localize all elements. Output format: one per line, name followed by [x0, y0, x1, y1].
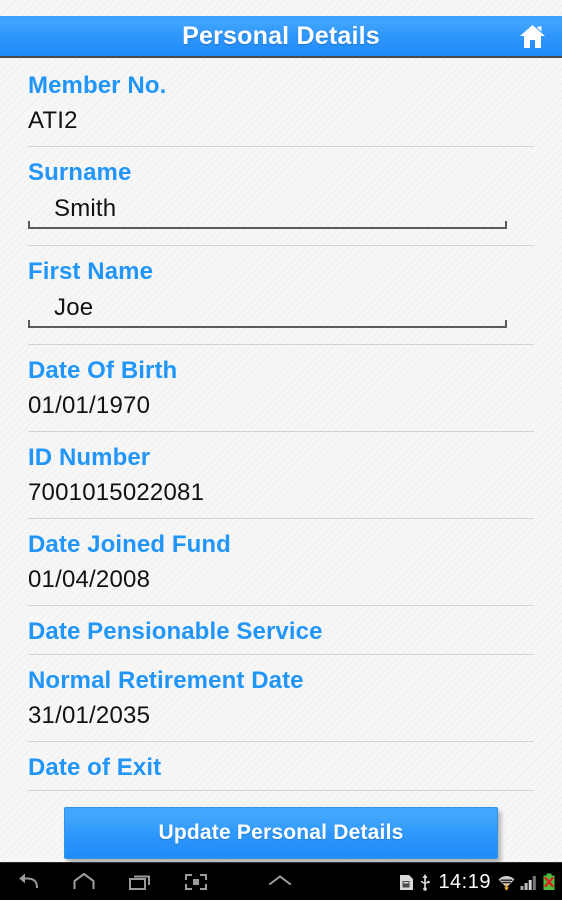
nav-recents-button[interactable]: [112, 863, 168, 901]
back-icon: [15, 872, 41, 892]
usb-icon: [419, 873, 431, 891]
field-normal-retirement-date: Normal Retirement Date 31/01/2035: [0, 655, 562, 741]
field-value: 01/04/2008: [28, 566, 151, 593]
field-surname: Surname: [0, 147, 562, 229]
home-button[interactable]: [516, 21, 548, 51]
field-date-joined-fund: Date Joined Fund 01/04/2008: [0, 519, 562, 605]
button-row: Update Personal Details: [0, 791, 562, 859]
nav-back-button[interactable]: [0, 863, 56, 901]
chevron-up-icon: [267, 873, 293, 892]
field-date-pensionable-service: Date Pensionable Service: [0, 606, 562, 654]
nav-buttons: [0, 863, 224, 901]
status-tray: 14:19: [399, 863, 556, 901]
update-personal-details-button[interactable]: Update Personal Details: [64, 807, 498, 859]
field-value: 01/01/1970: [28, 392, 151, 419]
personal-details-form: Member No. ATI2 Surname First Name: [0, 60, 562, 862]
field-value: ATI2: [28, 107, 78, 134]
field-label: Date Pensionable Service: [28, 618, 323, 645]
screenshot-icon: [183, 872, 209, 892]
field-label: Date Of Birth: [28, 357, 178, 384]
app-screen: Personal Details Member No. ATI2 Surname: [0, 0, 562, 900]
first-name-input-wrap: [28, 294, 507, 328]
signal-bars-icon: [520, 874, 537, 891]
page-title: Personal Details: [182, 21, 380, 50]
nav-expand-button[interactable]: [252, 863, 308, 901]
home-icon: [71, 872, 97, 892]
surname-input-wrap: [28, 195, 507, 229]
field-label: Date Joined Fund: [28, 531, 231, 558]
action-bar: Personal Details: [0, 16, 562, 58]
field-date-of-birth: Date Of Birth 01/01/1970: [0, 345, 562, 431]
nav-home-button[interactable]: [56, 863, 112, 901]
recents-icon: [127, 872, 153, 892]
field-first-name: First Name: [0, 246, 562, 328]
field-label: First Name: [28, 258, 154, 285]
field-value: 7001015022081: [28, 479, 205, 506]
field-date-of-exit: Date of Exit: [0, 742, 562, 790]
field-label: Date of Exit: [28, 754, 162, 781]
top-strip: [0, 0, 562, 16]
field-label: ID Number: [28, 444, 151, 471]
field-id-number: ID Number 7001015022081: [0, 432, 562, 518]
status-clock: 14:19: [438, 871, 491, 893]
field-value: 31/01/2035: [28, 702, 151, 729]
nav-screenshot-button[interactable]: [168, 863, 224, 901]
field-label: Normal Retirement Date: [28, 667, 304, 694]
first-name-input[interactable]: [28, 294, 507, 322]
field-value: [28, 782, 562, 790]
field-label: Member No.: [28, 72, 167, 99]
android-navigation-bar: 14:19: [0, 862, 562, 900]
field-member-no: Member No. ATI2: [0, 60, 562, 146]
home-icon: [519, 24, 546, 49]
battery-error-icon: [542, 873, 556, 891]
wifi-icon: [498, 873, 515, 891]
field-label: Surname: [28, 159, 132, 186]
field-value: [28, 646, 562, 654]
sd-card-icon: [399, 874, 414, 891]
surname-input[interactable]: [28, 195, 507, 223]
